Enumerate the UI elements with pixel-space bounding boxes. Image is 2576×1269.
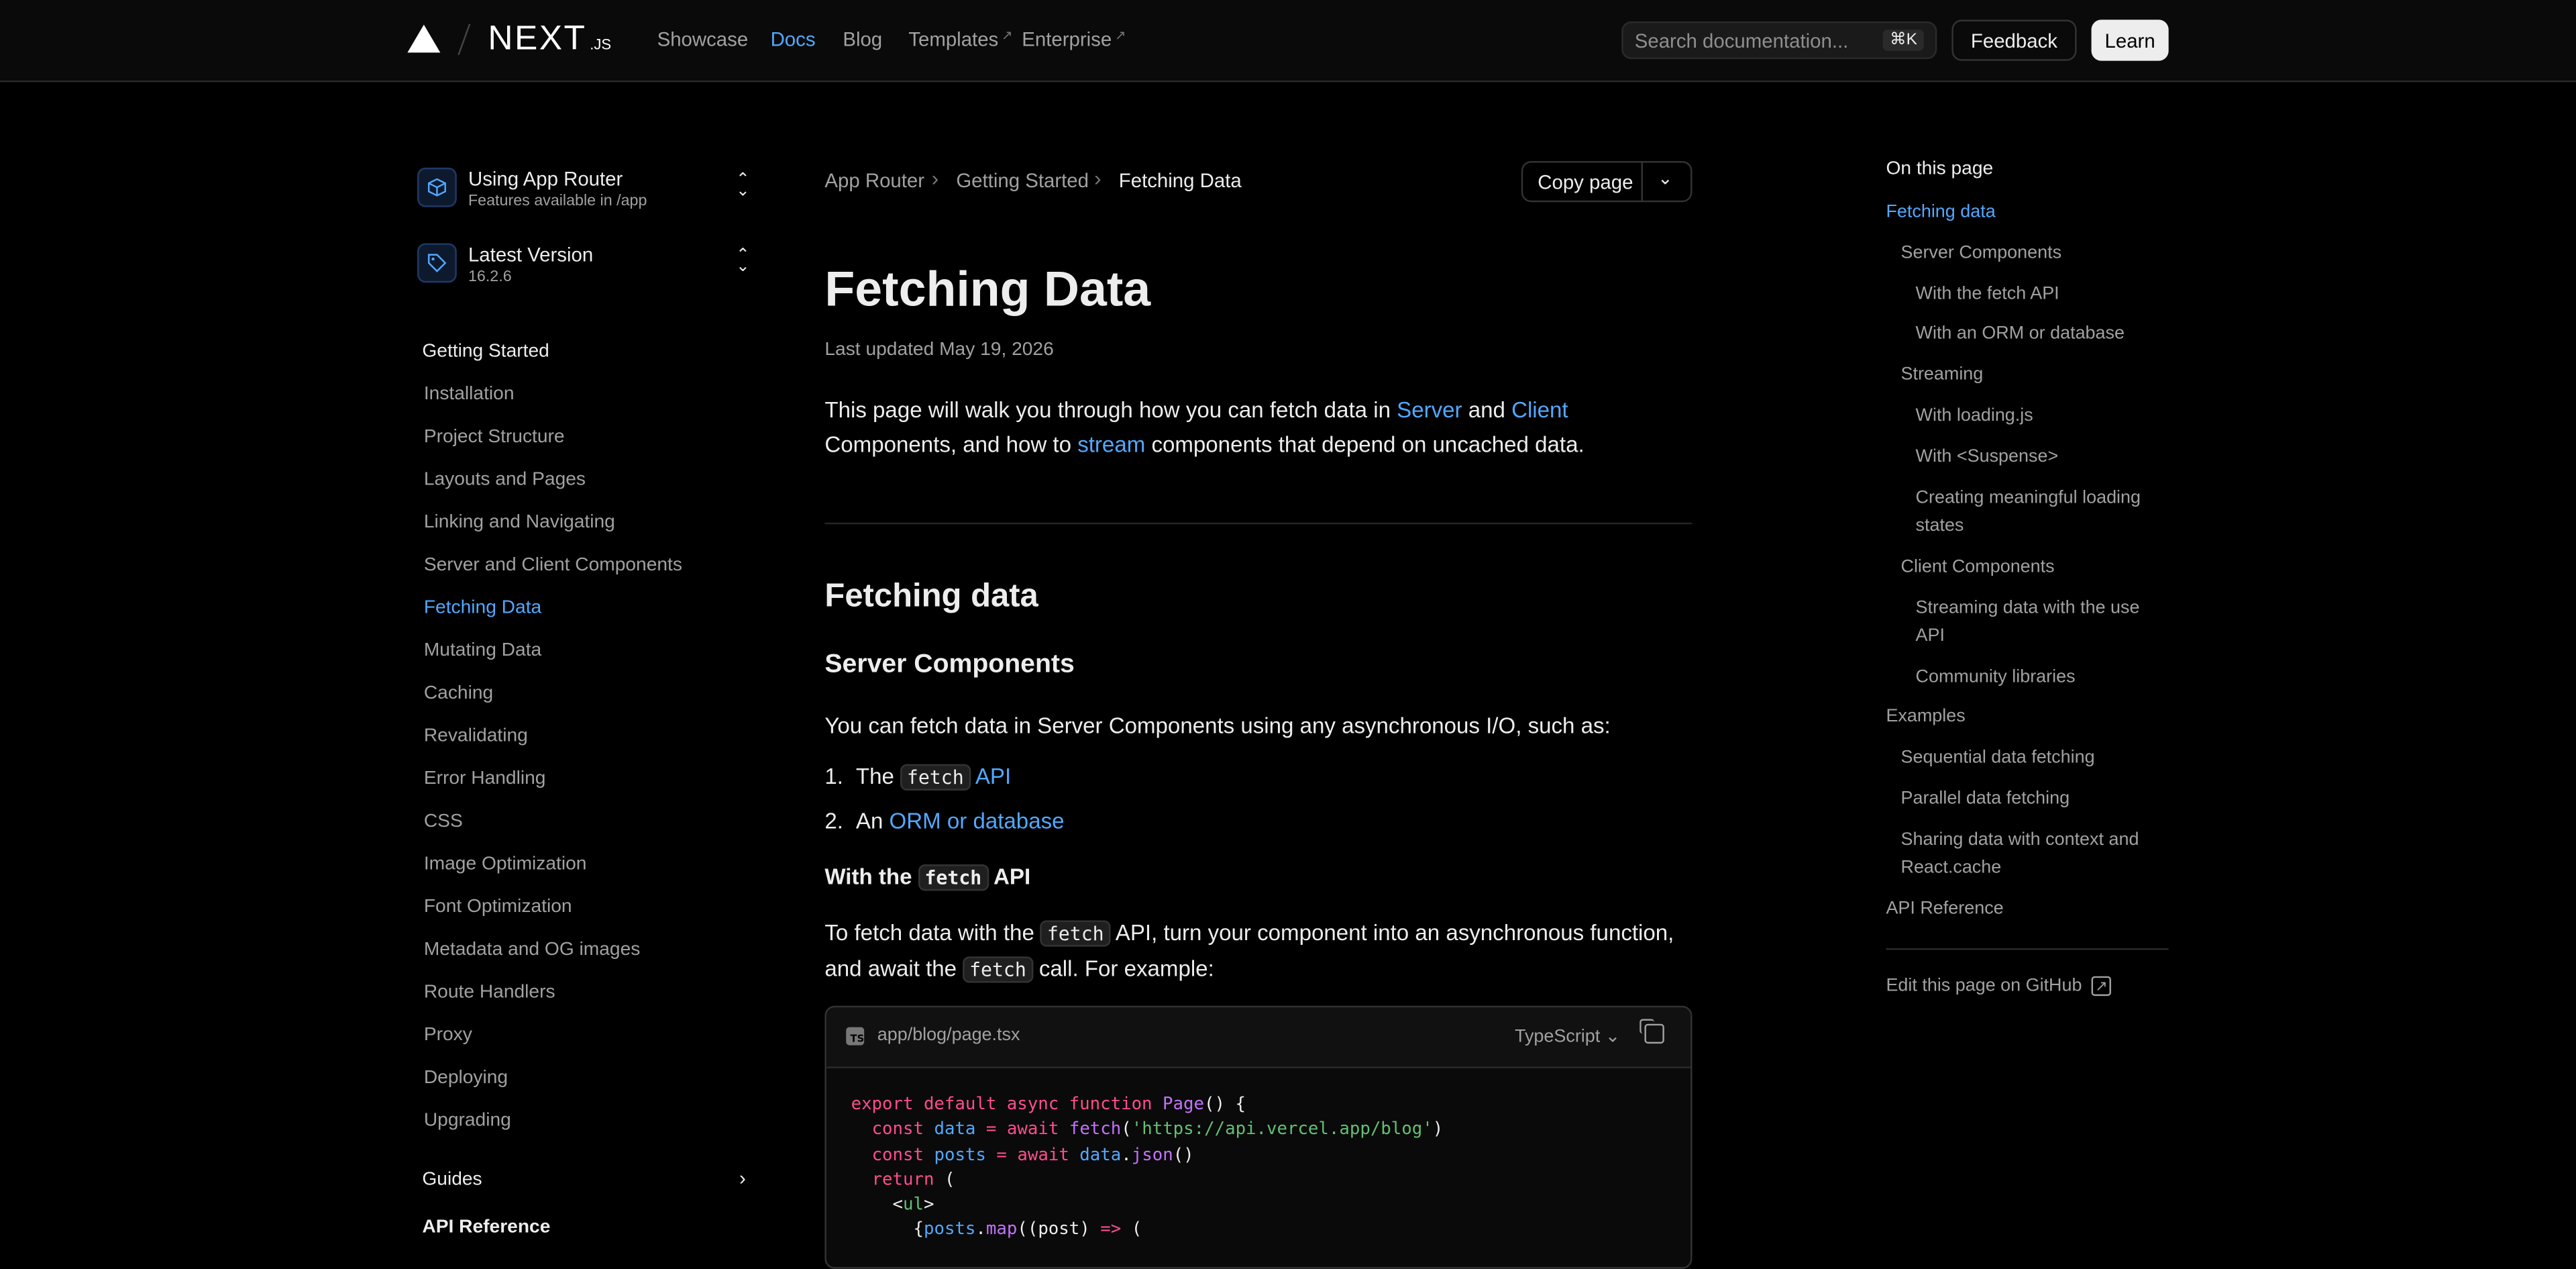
page-title: Fetching Data — [824, 262, 1151, 317]
breadcrumb-app-router[interactable]: App Router — [824, 169, 924, 192]
list-item: 2. An ORM or database — [824, 808, 1065, 833]
fetch-api-link[interactable]: fetch API — [900, 764, 1011, 791]
toc-item-with-fetch-api[interactable]: With the fetch API — [1916, 281, 2179, 309]
top-header: NEXT .JS Showcase Docs Blog Templates ↗ En… — [0, 0, 2576, 83]
search-input[interactable]: Search documentation... ⌘K — [1621, 21, 1937, 60]
code-filename: app/blog/page.tsx — [877, 1025, 1020, 1046]
client-link[interactable]: Client — [1511, 398, 1568, 423]
toc-item-client-components[interactable]: Client Components — [1900, 554, 2163, 582]
nav-showcase[interactable]: Showcase — [657, 28, 749, 51]
sidebar-item-fetching-data[interactable]: Fetching Data — [424, 598, 541, 617]
toc-item-server-components[interactable]: Server Components — [1900, 240, 2163, 268]
learn-button[interactable]: Learn — [2091, 19, 2169, 61]
toc-item-examples[interactable]: Examples — [1886, 703, 2149, 731]
code-content: export default async function Page() { c… — [851, 1095, 1444, 1240]
chevron-down-icon: ⌄ — [1605, 1027, 1621, 1048]
sidebar-item-revalidating[interactable]: Revalidating — [424, 726, 528, 746]
sidebar-section-guides[interactable]: Guides — [422, 1170, 482, 1190]
toc-item-streaming[interactable]: Streaming — [1900, 362, 2163, 390]
sidebar-section-api-reference[interactable]: API Reference — [422, 1218, 550, 1237]
toc-item-sequential[interactable]: Sequential data fetching — [1900, 744, 2163, 772]
sidebar-item-caching[interactable]: Caching — [424, 684, 493, 703]
sidebar-item-upgrading[interactable]: Upgrading — [424, 1111, 511, 1131]
sidebar-item-css[interactable]: CSS — [424, 812, 463, 831]
copy-icon[interactable] — [1640, 1019, 1664, 1044]
sidebar-item-metadata-og-images[interactable]: Metadata and OG images — [424, 940, 641, 960]
nav-blog[interactable]: Blog — [843, 28, 882, 51]
toc-item-with-loading-js[interactable]: With loading.js — [1916, 403, 2179, 431]
code-block-header: TS app/blog/page.tsx TypeScript ⌄ — [826, 1007, 1691, 1068]
tag-icon-svg — [427, 254, 447, 272]
toc-item-api-reference[interactable]: API Reference — [1886, 896, 2149, 924]
external-link-icon: ↗ — [2092, 976, 2111, 997]
toc-heading: On this page — [1886, 159, 1994, 179]
sidebar-item-font-optimization[interactable]: Font Optimization — [424, 897, 572, 917]
fetch-paragraph: To fetch data with the fetch API, turn y… — [824, 915, 1695, 988]
tag-icon — [417, 243, 457, 283]
sidebar-item-mutating-data[interactable]: Mutating Data — [424, 641, 541, 660]
cube-icon — [417, 167, 457, 207]
typescript-file-icon: TS — [846, 1027, 865, 1046]
list-item: 1. The fetch API — [824, 764, 1011, 791]
copy-divider — [1641, 162, 1643, 201]
external-link-icon: ↗ — [1115, 28, 1126, 43]
nav-enterprise[interactable]: Enterprise ↗ — [1022, 28, 1126, 51]
chevron-right-icon: › — [1094, 166, 1102, 191]
sidebar-item-error-handling[interactable]: Error Handling — [424, 769, 546, 789]
toc-item-parallel[interactable]: Parallel data fetching — [1900, 786, 2163, 814]
toc-item-fetching-data[interactable]: Fetching data — [1886, 199, 2149, 227]
toc-item-with-suspense[interactable]: With <Suspense> — [1916, 444, 2179, 472]
feedback-button[interactable]: Feedback — [1951, 19, 2077, 61]
sidebar-item-route-handlers[interactable]: Route Handlers — [424, 983, 555, 1003]
sidebar-item-deploying[interactable]: Deploying — [424, 1068, 508, 1088]
version-picker[interactable]: Latest Version 16.2.6 ⌃ ⌄ — [417, 243, 762, 289]
logo-divider — [458, 23, 471, 56]
nav-templates[interactable]: Templates ↗ — [908, 28, 1012, 51]
orm-database-link[interactable]: ORM or database — [890, 809, 1065, 833]
router-picker[interactable]: Using App Router Features available in /… — [417, 167, 762, 214]
toc-item-with-orm[interactable]: With an ORM or database — [1916, 321, 2179, 349]
last-updated: Last updated May 19, 2026 — [824, 340, 1054, 360]
toc-item-react-cache[interactable]: Sharing data with context and React.cach… — [1900, 827, 2171, 882]
section-divider — [824, 522, 1693, 525]
cube-icon-svg — [427, 178, 446, 197]
breadcrumb-current: Fetching Data — [1118, 169, 1242, 193]
toc-divider — [1886, 948, 2169, 950]
sidebar-item-installation[interactable]: Installation — [424, 385, 515, 404]
toc-item-loading-states[interactable]: Creating meaningful loading states — [1916, 485, 2162, 540]
breadcrumb-getting-started[interactable]: Getting Started — [956, 169, 1089, 192]
language-select[interactable]: TypeScript ⌄ — [1515, 1025, 1620, 1047]
toc-item-community-libraries[interactable]: Community libraries — [1916, 664, 2179, 692]
external-link-icon: ↗ — [1002, 28, 1013, 43]
toc-item-use-api[interactable]: Streaming data with the use API — [1916, 595, 2162, 651]
chevron-up-down-icon: ⌃ ⌄ — [736, 246, 750, 276]
chevron-right-icon: › — [931, 166, 939, 191]
edit-on-github-link[interactable]: Edit this page on GitHub ↗ — [1886, 976, 2111, 997]
sidebar-item-linking-and-navigating[interactable]: Linking and Navigating — [424, 513, 615, 532]
code-block: TS app/blog/page.tsx TypeScript ⌄ export… — [824, 1005, 1693, 1269]
chevron-up-down-icon: ⌃ ⌄ — [736, 170, 750, 201]
heading-with-fetch-api: With the fetch API — [824, 864, 1030, 891]
heading-server-components: Server Components — [824, 650, 1075, 679]
chevron-down-icon[interactable]: ⌄ — [1658, 168, 1673, 189]
heading-fetching-data: Fetching data — [824, 578, 1038, 615]
vercel-logo-icon[interactable] — [407, 24, 441, 53]
sidebar-item-layouts-and-pages[interactable]: Layouts and Pages — [424, 470, 586, 489]
copy-page-button[interactable]: Copy page ⌄ — [1521, 161, 1693, 203]
sidebar-item-project-structure[interactable]: Project Structure — [424, 427, 565, 447]
sidebar-section-getting-started[interactable]: Getting Started — [422, 342, 549, 361]
intro-paragraph: This page will walk you through how you … — [824, 397, 1585, 457]
nextjs-logo[interactable]: NEXT .JS — [488, 19, 611, 59]
search-shortcut: ⌘K — [1883, 30, 1924, 51]
sidebar-item-server-client-components[interactable]: Server and Client Components — [424, 556, 682, 575]
chevron-right-icon[interactable]: › — [739, 1167, 746, 1190]
nav-docs[interactable]: Docs — [771, 28, 816, 51]
server-link[interactable]: Server — [1397, 398, 1462, 423]
sidebar-item-image-optimization[interactable]: Image Optimization — [424, 854, 587, 874]
sidebar-item-proxy[interactable]: Proxy — [424, 1025, 472, 1045]
server-components-intro: You can fetch data in Server Components … — [824, 713, 1611, 738]
stream-link[interactable]: stream — [1077, 432, 1145, 457]
